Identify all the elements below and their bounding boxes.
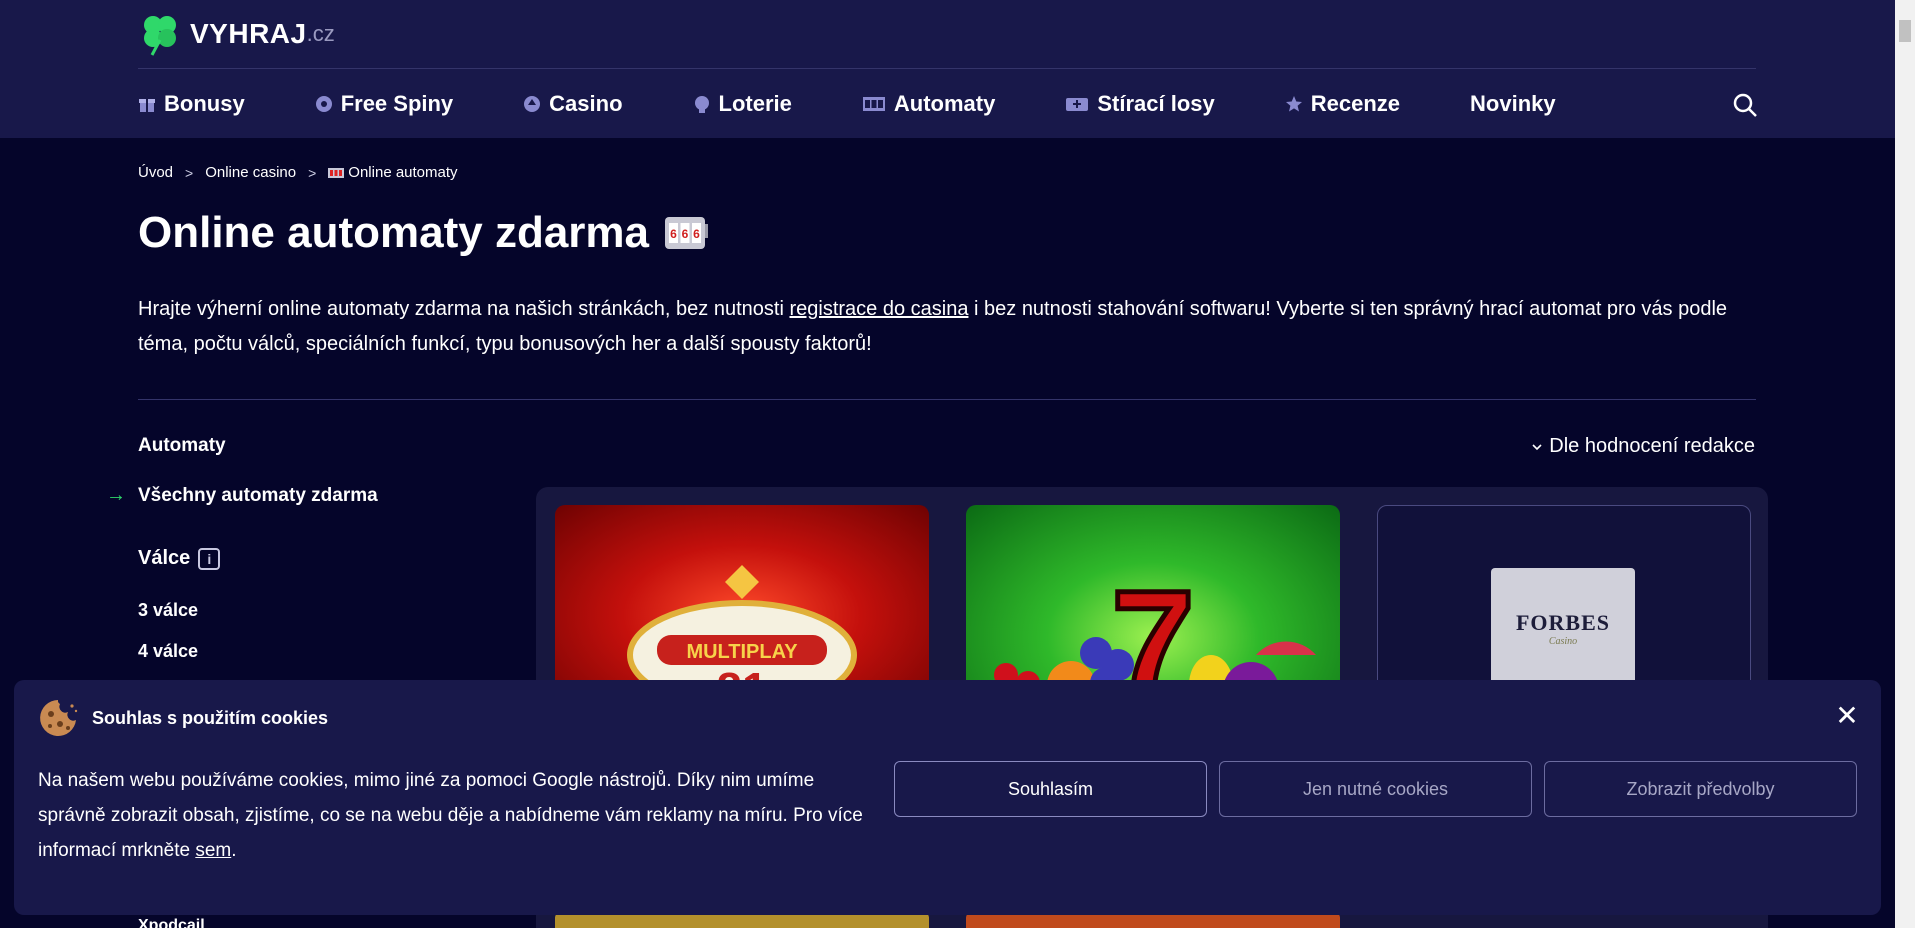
slot-machine-icon: [328, 167, 345, 178]
slot-machine-icon: [862, 97, 885, 111]
sort-dropdown[interactable]: Dle hodnocení redakce: [1531, 435, 1755, 458]
site-logo[interactable]: VYHRAJ .cz: [138, 12, 335, 56]
forbes-casino-logo: FORBES Casino: [1491, 568, 1635, 688]
gift-icon: [139, 99, 155, 112]
nav-item-bonusy[interactable]: Bonusy: [138, 91, 245, 117]
nav-label: Stírací losy: [1097, 91, 1215, 116]
page-title: Online automaty zdarma 6 6 6: [138, 208, 709, 258]
sidebar-peek-text[interactable]: Xpodcail: [138, 917, 205, 928]
sidebar-item-3-valce[interactable]: 3 válce: [138, 600, 198, 621]
cookie-text-end: .: [231, 840, 237, 861]
nav-item-recenze[interactable]: Recenze: [1285, 91, 1400, 117]
nav-label: Recenze: [1310, 91, 1401, 116]
nav-label: Free Spiny: [340, 91, 454, 116]
cookie-text: Na našem webu používáme cookies, mimo ji…: [38, 763, 878, 868]
main-nav: Bonusy Free Spiny Casino Loterie Automat…: [138, 84, 1758, 124]
nav-label: Loterie: [718, 91, 792, 116]
cookie-title: Souhlas s použitím cookies: [92, 707, 329, 728]
cookie-text-body: Na našem webu používáme cookies, mimo ji…: [38, 770, 863, 861]
page-title-text: Online automaty zdarma: [138, 208, 650, 257]
scratch-ticket-icon: [1066, 98, 1089, 111]
chevron-right-icon: >: [185, 164, 194, 181]
forbes-logo-text: FORBES: [1515, 609, 1611, 635]
sidebar-group-valce: Válce i: [138, 547, 221, 570]
svg-text:6: 6: [693, 227, 700, 241]
cookie-banner: Souhlas s použitím cookies ✕ Na našem we…: [14, 680, 1881, 915]
nav-item-casino[interactable]: Casino: [523, 91, 623, 117]
info-icon[interactable]: i: [198, 547, 221, 570]
breadcrumb-current: Online automaty: [328, 164, 458, 181]
intro-text: Hrajte výherní online automaty zdarma na…: [138, 298, 790, 320]
star-icon: [1285, 96, 1302, 112]
nav-item-loterie[interactable]: Loterie: [693, 91, 792, 117]
spin-wheel-icon: [315, 96, 332, 112]
arrow-right-icon: →: [106, 484, 126, 506]
sidebar-group-label: Válce: [138, 547, 191, 569]
logo-tld: .cz: [306, 21, 335, 46]
svg-text:6: 6: [682, 227, 689, 241]
nav-label: Casino: [549, 91, 623, 116]
breadcrumb-home[interactable]: Úvod: [138, 164, 173, 181]
sort-label: Dle hodnocení redakce: [1549, 435, 1755, 457]
logo-brand: VYHRAJ: [190, 18, 307, 49]
necessary-cookies-button[interactable]: Jen nutné cookies: [1219, 761, 1532, 817]
lottery-ball-icon: [694, 96, 709, 113]
site-header: VYHRAJ .cz Bonusy Free Spiny Casino Loter…: [0, 0, 1895, 138]
nav-label: Novinky: [1470, 91, 1556, 116]
close-icon[interactable]: ✕: [1835, 702, 1859, 730]
registration-link[interactable]: registrace do casina: [789, 298, 968, 320]
svg-text:6: 6: [670, 227, 677, 241]
scrollbar-thumb[interactable]: [1899, 20, 1911, 42]
cookie-header: Souhlas s použitím cookies: [38, 698, 328, 738]
sign-top-text: MULTIPLAY: [686, 641, 798, 663]
cookie-more-link[interactable]: sem: [195, 840, 231, 861]
page-scrollbar[interactable]: [1895, 0, 1915, 928]
nav-item-automaty[interactable]: Automaty: [862, 91, 995, 117]
sidebar-item-4-valce[interactable]: 4 válce: [138, 641, 198, 662]
header-divider: [138, 68, 1756, 69]
search-icon[interactable]: [1732, 92, 1758, 118]
nav-item-stiraci-losy[interactable]: Stírací losy: [1065, 91, 1215, 117]
breadcrumb-online-casino[interactable]: Online casino: [205, 164, 296, 181]
clover-logo-icon: [144, 16, 176, 56]
breadcrumb: Úvod > Online casino > Online automaty: [138, 164, 458, 181]
chevron-down-icon: [1532, 443, 1542, 450]
content-divider: [138, 399, 1756, 400]
accept-cookies-button[interactable]: Souhlasím: [894, 761, 1207, 817]
sidebar-item-all-slots[interactable]: → Všechny automaty zdarma: [106, 484, 378, 507]
sidebar-item-label: Všechny automaty zdarma: [138, 484, 378, 506]
nav-label: Bonusy: [164, 91, 245, 116]
nav-item-free-spiny[interactable]: Free Spiny: [315, 91, 453, 117]
forbes-logo-sub: Casino: [1548, 635, 1578, 647]
nav-item-novinky[interactable]: Novinky: [1470, 91, 1556, 117]
sidebar-heading: Automaty: [138, 435, 226, 456]
nav-label: Automaty: [893, 91, 996, 116]
show-preferences-button[interactable]: Zobrazit předvolby: [1544, 761, 1857, 817]
chevron-right-icon: >: [308, 164, 317, 181]
cookie-icon: [40, 700, 78, 736]
spade-chip-icon: [524, 96, 541, 112]
slot-machine-icon: 6 6 6: [665, 217, 709, 249]
intro-paragraph: Hrajte výherní online automaty zdarma na…: [138, 292, 1758, 362]
breadcrumb-current-label: Online automaty: [348, 164, 458, 181]
